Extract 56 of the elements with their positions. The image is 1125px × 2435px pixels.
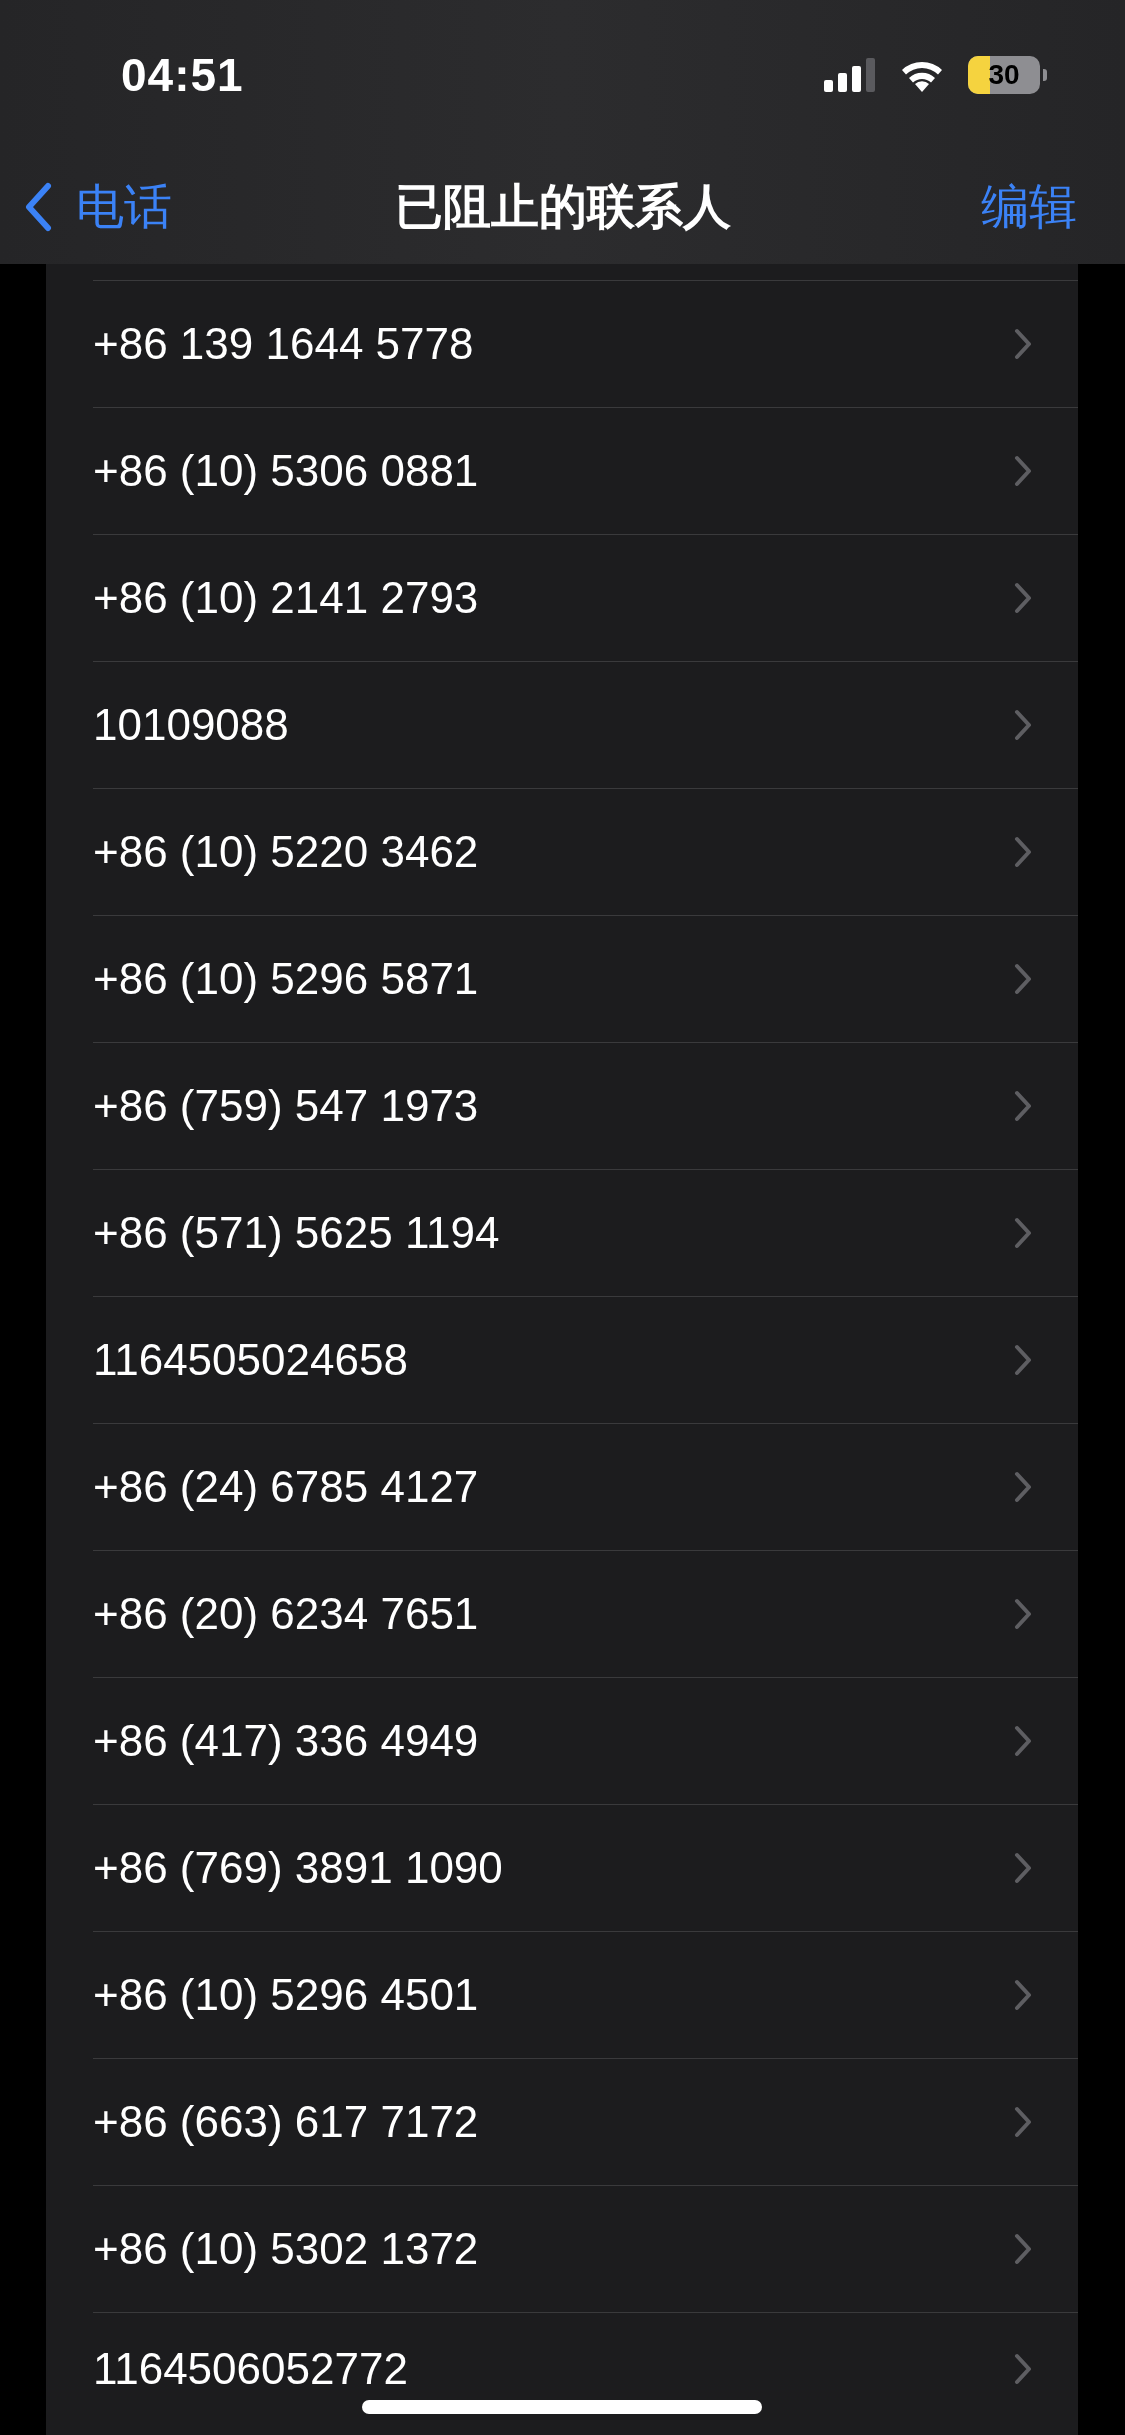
phone-number: 10109088 [93,700,289,750]
phone-number: +86 (10) 5296 5871 [93,954,479,1004]
phone-number: 1164505024658 [93,1335,408,1385]
contact-row[interactable]: +86 (10) 2141 2793 [93,534,1078,661]
chevron-right-icon [1014,328,1032,360]
phone-number: +86 (417) 336 4949 [93,1716,479,1766]
phone-number: 1164506052772 [93,2343,408,2394]
page-title: 已阻止的联系人 [394,180,731,233]
chevron-right-icon [1014,1852,1032,1884]
chevron-right-icon [1014,455,1032,487]
chevron-left-icon [24,182,52,232]
contact-row[interactable]: +86 139 1644 5778 [93,280,1078,407]
contact-row[interactable]: +86 (571) 5625 1194 [93,1169,1078,1296]
signal-icon [824,58,876,92]
edit-button[interactable]: 编辑 [981,175,1077,239]
phone-number: +86 (24) 6785 4127 [93,1462,479,1512]
contact-row[interactable]: +86 (10) 5306 0881 [93,407,1078,534]
contact-row[interactable]: +86 (10) 5296 4501 [93,1931,1078,2058]
contact-row[interactable]: +86 (417) 336 4949 [93,1677,1078,1804]
contact-row[interactable]: +86 (769) 3891 1090 [93,1804,1078,1931]
chevron-right-icon [1014,1217,1032,1249]
chevron-right-icon [1014,2233,1032,2265]
contact-row[interactable]: +86 (663) 617 7172 [93,2058,1078,2185]
chevron-right-icon [1014,1471,1032,1503]
chevron-right-icon [1014,2106,1032,2138]
status-time: 04:51 [121,48,244,102]
chevron-right-icon [1014,1979,1032,2011]
contact-row[interactable]: +86 (10) 5296 5871 [93,915,1078,1042]
phone-number: +86 (10) 5296 4501 [93,1970,479,2020]
contact-row[interactable]: +86 (10) 5302 1372 [93,2185,1078,2312]
contact-row[interactable]: 10109088 [93,661,1078,788]
phone-number: +86 (571) 5625 1194 [93,1208,500,1258]
phone-number: +86 (10) 5306 0881 [93,446,479,496]
contact-row[interactable]: +86 (24) 6785 4127 [93,1423,1078,1550]
phone-number: +86 (20) 6234 7651 [93,1589,479,1639]
phone-number: +86 (10) 2141 2793 [93,573,479,623]
chevron-right-icon [1014,2352,1032,2385]
phone-number: +86 (663) 617 7172 [93,2097,479,2147]
chevron-right-icon [1014,1344,1032,1376]
phone-number: +86 (10) 5302 1372 [93,2224,479,2274]
contact-row[interactable]: +86 (10) 5220 3462 [93,788,1078,915]
chevron-right-icon [1014,1090,1032,1122]
contact-row[interactable]: +86 (759) 547 1973 [93,1042,1078,1169]
chevron-right-icon [1014,1598,1032,1630]
chevron-right-icon [1014,582,1032,614]
contact-row[interactable]: 1164505024658 [93,1296,1078,1423]
back-button[interactable]: 电话 [24,175,172,239]
phone-number: +86 (759) 547 1973 [93,1081,479,1131]
contact-row[interactable]: +86 (20) 6234 7651 [93,1550,1078,1677]
chevron-right-icon [1014,1725,1032,1757]
phone-number: +86 (769) 3891 1090 [93,1843,503,1893]
chevron-right-icon [1014,836,1032,868]
chevron-right-icon [1014,709,1032,741]
chevron-right-icon [1014,963,1032,995]
phone-number: +86 (10) 5220 3462 [93,827,479,877]
phone-number: +86 139 1644 5778 [93,319,474,369]
